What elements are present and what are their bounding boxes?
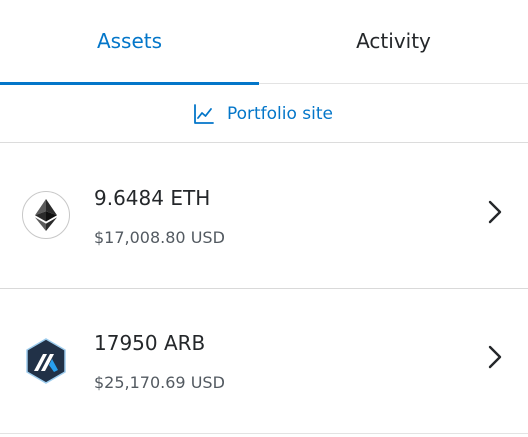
- token-amount: 17950 ARB: [94, 331, 206, 355]
- tab-bar: Assets Activity: [0, 0, 528, 85]
- tab-activity-label: Activity: [356, 29, 431, 53]
- token-fiat-value: $25,170.69 USD: [94, 373, 225, 392]
- tab-assets-label: Assets: [96, 29, 163, 53]
- chevron-right-icon: [488, 200, 502, 224]
- arbitrum-icon: [26, 338, 66, 384]
- chevron-right-icon: [488, 345, 502, 369]
- portfolio-row: Portfolio site: [0, 85, 528, 143]
- ethereum-logo-shape: [35, 199, 57, 231]
- token-amount: 9.6484 ETH: [94, 186, 211, 210]
- portfolio-site-link[interactable]: Portfolio site: [193, 103, 333, 125]
- ethereum-icon: [22, 191, 70, 239]
- tab-assets[interactable]: Assets: [0, 0, 259, 85]
- wallet-asset-list: Assets Activity Portfolio site 9.6484 ET…: [0, 0, 528, 437]
- portfolio-site-label: Portfolio site: [226, 103, 334, 124]
- asset-row-eth[interactable]: 9.6484 ETH $17,008.80 USD: [0, 144, 528, 289]
- chart-line-icon: [194, 103, 214, 124]
- token-fiat-value: $17,008.80 USD: [94, 228, 225, 247]
- asset-row-arb[interactable]: 17950 ARB $25,170.69 USD: [0, 289, 528, 434]
- tab-activity[interactable]: Activity: [259, 0, 528, 84]
